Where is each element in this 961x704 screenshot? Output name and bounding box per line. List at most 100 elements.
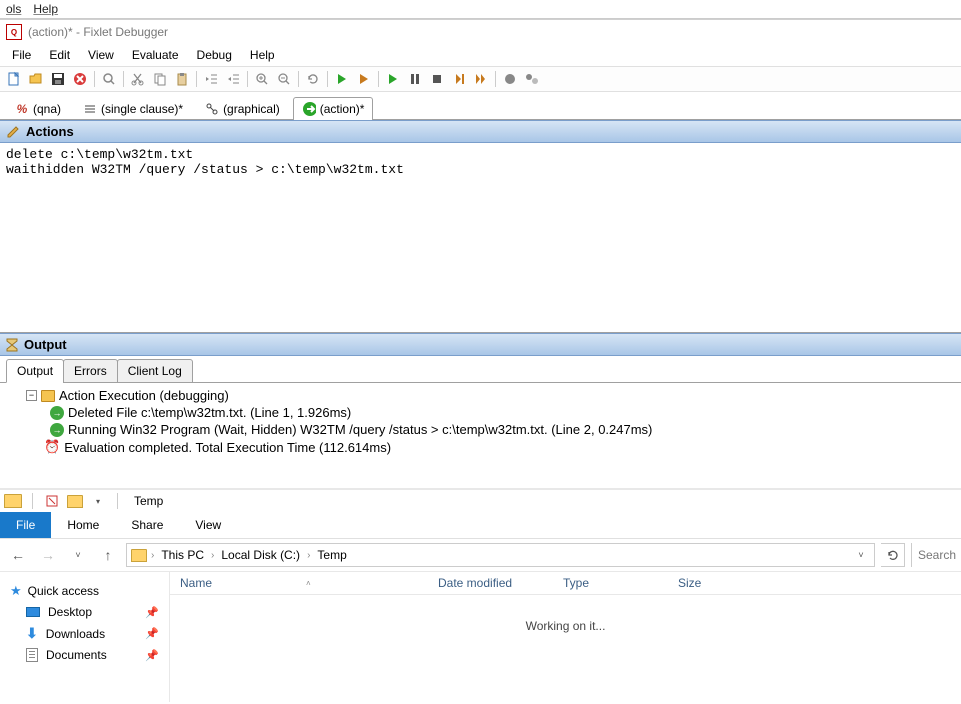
breadcrumb-temp[interactable]: Temp [314,548,349,562]
nav-quick-access[interactable]: ★ Quick access [4,580,165,602]
tab-action[interactable]: (action)* [293,97,374,120]
cut-icon[interactable] [128,69,148,89]
bg-menu-item[interactable]: ols [6,2,21,16]
qat-separator [32,493,33,509]
recent-dropdown[interactable]: ˅ [66,543,90,567]
output-panel-header: Output [0,333,961,356]
toolbar [0,66,961,92]
zoom-out-icon[interactable] [274,69,294,89]
ribbon-tab-share[interactable]: Share [115,512,179,538]
qat-properties-icon[interactable] [43,492,61,510]
indent-icon[interactable] [223,69,243,89]
tree-root-row[interactable]: − Action Execution (debugging) [10,387,951,404]
copy-icon[interactable] [150,69,170,89]
column-date-modified[interactable]: Date modified [428,572,553,594]
actions-editor[interactable]: delete c:\temp\w32tm.txt waithidden W32T… [0,143,961,333]
output-tree: − Action Execution (debugging) → Deleted… [0,382,961,482]
pencil-icon [6,125,20,139]
desktop-icon [26,607,40,617]
column-name[interactable]: Name ˄ [170,572,428,594]
chevron-right-icon[interactable]: › [149,550,156,561]
output-tab-errors[interactable]: Errors [63,359,118,383]
nav-desktop[interactable]: Desktop 📌 [4,602,165,622]
tree-item-row[interactable]: → Running Win32 Program (Wait, Hidden) W… [10,421,951,438]
stop-icon[interactable] [427,69,447,89]
success-arrow-icon: → [50,423,64,437]
tree-item-label: Deleted File c:\temp\w32tm.txt. (Line 1,… [68,405,351,420]
tab-graphical[interactable]: (graphical) [196,97,289,120]
chevron-right-icon[interactable]: › [209,550,216,561]
tab-single-clause[interactable]: (single clause)* [74,97,192,120]
output-tab-clientlog[interactable]: Client Log [117,359,193,383]
save-icon[interactable] [48,69,68,89]
output-tabs: Output Errors Client Log [0,356,961,382]
breadcrumb-local-disk[interactable]: Local Disk (C:) [218,548,303,562]
nav-downloads[interactable]: ⬇ Downloads 📌 [4,622,165,645]
forward-button[interactable]: → [36,543,60,567]
output-tab-output[interactable]: Output [6,359,64,383]
menu-file[interactable]: File [4,46,39,64]
refresh-button[interactable] [881,543,905,567]
tree-collapse-icon[interactable]: − [26,390,37,401]
pin-icon: 📌 [145,627,159,640]
address-dropdown-icon[interactable]: ˅ [852,550,870,560]
refresh-icon[interactable] [303,69,323,89]
alarm-clock-icon: ⏰ [44,439,60,455]
bg-menu-item[interactable]: Help [33,2,58,16]
run-alt-icon[interactable] [354,69,374,89]
step-over-icon[interactable] [449,69,469,89]
nav-label: Quick access [28,584,99,598]
column-size[interactable]: Size [668,572,748,594]
pause-icon[interactable] [405,69,425,89]
nav-documents[interactable]: Documents 📌 [4,645,165,665]
breakpoint-icon[interactable] [500,69,520,89]
menu-evaluate[interactable]: Evaluate [124,46,187,64]
nav-label: Downloads [46,627,105,641]
debug-run-icon[interactable] [383,69,403,89]
menu-edit[interactable]: Edit [41,46,78,64]
column-headers: Name ˄ Date modified Type Size [170,572,961,595]
breakpoints-manage-icon[interactable] [522,69,542,89]
app-icon: Q [6,24,22,40]
tab-label: (action)* [320,102,365,116]
tab-qna[interactable]: % (qna) [6,97,70,120]
chevron-right-icon[interactable]: › [305,550,312,561]
breadcrumb-this-pc[interactable]: This PC [158,548,207,562]
folder-icon [131,549,147,562]
menu-view[interactable]: View [80,46,122,64]
success-arrow-icon: → [50,406,64,420]
tree-eval-row: ⏰ Evaluation completed. Total Execution … [10,438,951,456]
address-bar[interactable]: › This PC › Local Disk (C:) › Temp ˅ [126,543,875,567]
ribbon-tab-home[interactable]: Home [51,512,115,538]
run-icon[interactable] [332,69,352,89]
paste-icon[interactable] [172,69,192,89]
column-type[interactable]: Type [553,572,668,594]
stop-close-icon[interactable] [70,69,90,89]
new-file-icon[interactable] [4,69,24,89]
explorer-body: ★ Quick access Desktop 📌 ⬇ Downloads 📌 D… [0,572,961,702]
open-file-icon[interactable] [26,69,46,89]
file-list-view[interactable]: Name ˄ Date modified Type Size Working o… [170,572,961,702]
toolbar-separator [298,71,299,87]
toolbar-separator [247,71,248,87]
fixlet-debugger-window: Q (action)* - Fixlet Debugger File Edit … [0,19,961,482]
ribbon-tab-view[interactable]: View [179,512,237,538]
folder-icon [4,494,22,508]
back-button[interactable]: ← [6,543,30,567]
qat-customize-icon[interactable]: ▾ [89,492,107,510]
ribbon-tab-file[interactable]: File [0,512,51,538]
step-continue-icon[interactable] [471,69,491,89]
menu-debug[interactable]: Debug [189,46,240,64]
tree-item-row[interactable]: → Deleted File c:\temp\w32tm.txt. (Line … [10,404,951,421]
explorer-title: Temp [134,494,163,508]
zoom-in-icon[interactable] [252,69,272,89]
search-icon[interactable] [99,69,119,89]
toolbar-separator [196,71,197,87]
folder-icon[interactable] [67,495,83,508]
menu-help[interactable]: Help [242,46,283,64]
outdent-icon[interactable] [201,69,221,89]
tree-item-label: Running Win32 Program (Wait, Hidden) W32… [68,422,652,437]
up-button[interactable]: ↑ [96,543,120,567]
search-input[interactable]: Search [911,543,955,567]
actions-panel-header: Actions [0,120,961,143]
